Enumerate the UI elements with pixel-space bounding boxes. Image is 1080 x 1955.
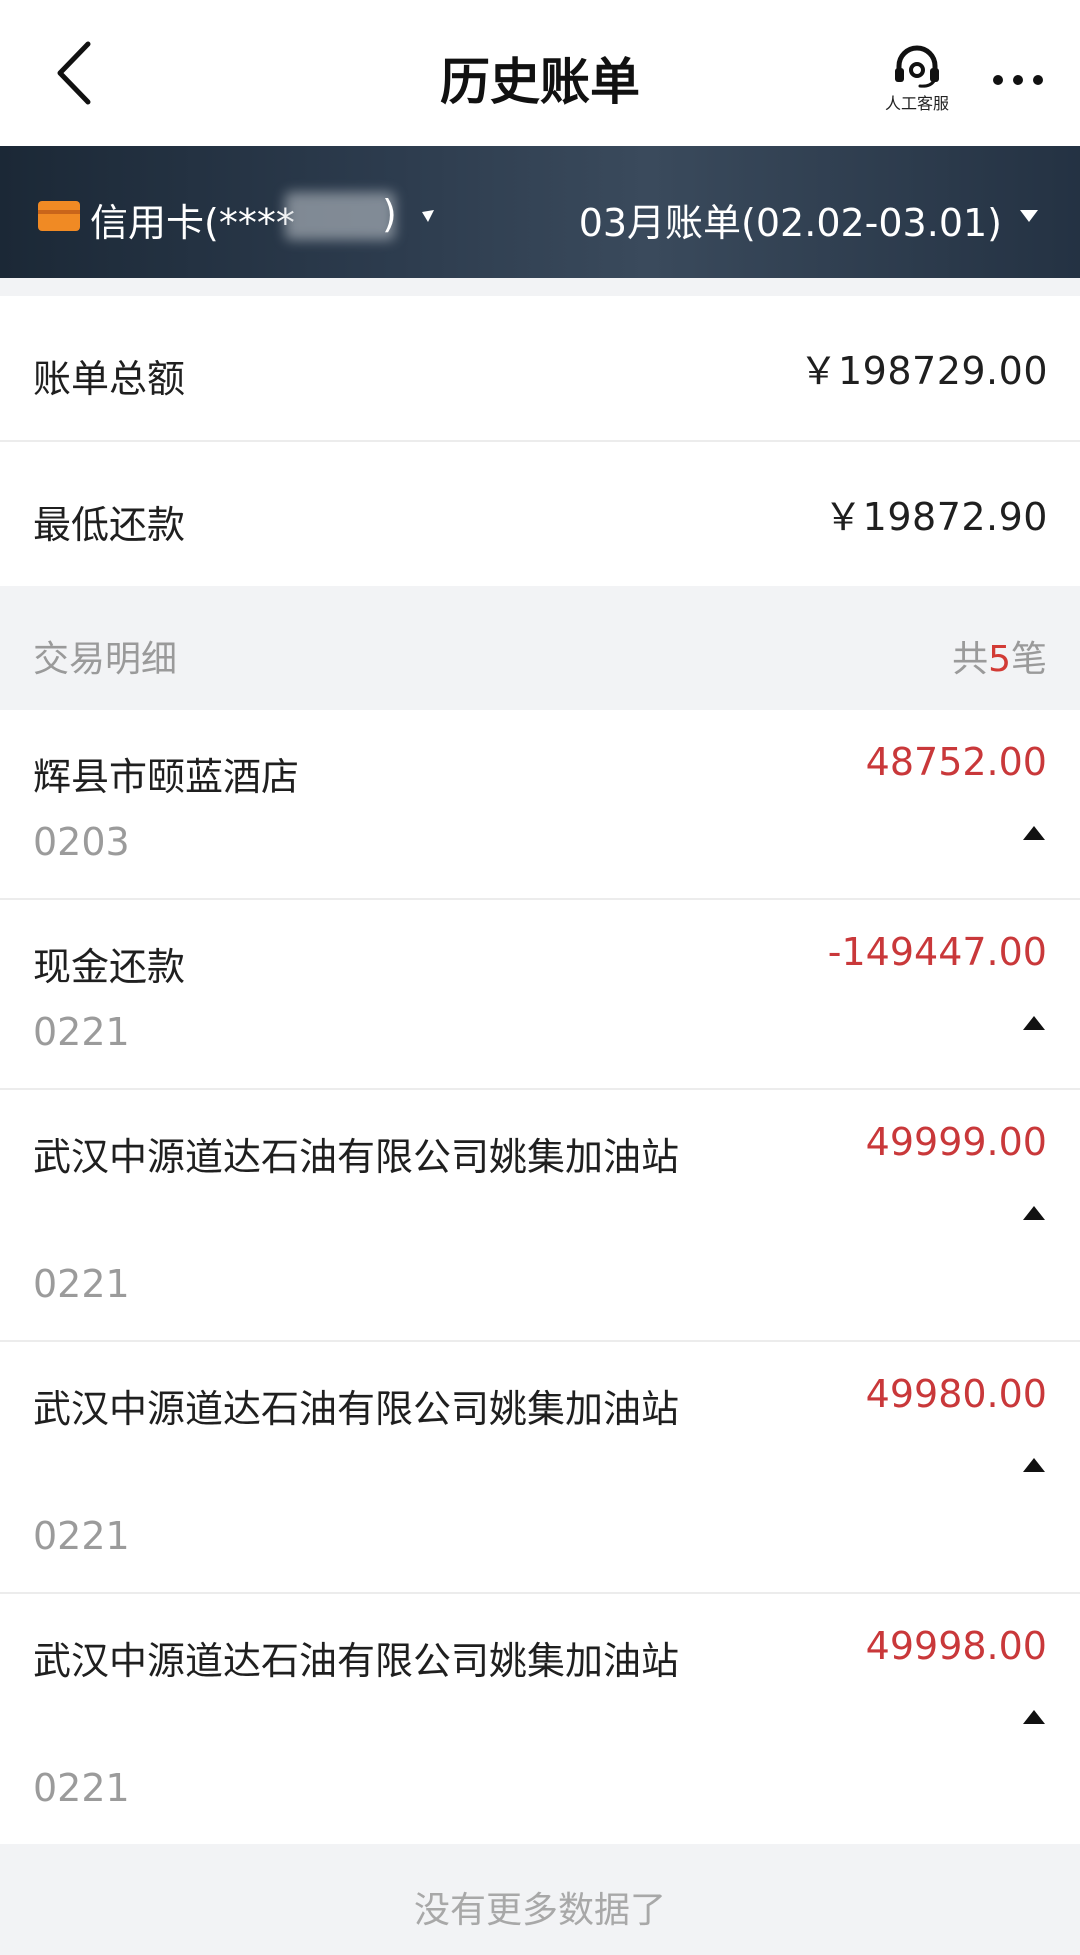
merchant-name: 武汉中源道达石油有限公司姚集加油站 <box>33 1387 680 1431</box>
transaction-date: 0221 <box>33 1514 130 1558</box>
expand-toggle-icon[interactable] <box>1021 1204 1047 1222</box>
bill-period-selector[interactable]: 03月账单(02.02-03.01) <box>579 192 1002 247</box>
transaction-date: 0221 <box>33 1010 130 1054</box>
merchant-name: 辉县市颐蓝酒店 <box>33 755 300 799</box>
transaction-date: 0203 <box>33 820 130 864</box>
transaction-amount: 49998.00 <box>865 1624 1047 1668</box>
no-more-data-text: 没有更多数据了 <box>413 1890 666 1931</box>
count-suffix: 笔 <box>1010 639 1047 680</box>
transaction-row[interactable]: 武汉中源道达石油有限公司姚集加油站 0221 49980.00 <box>0 1342 1080 1592</box>
expand-toggle-icon[interactable] <box>1021 1708 1047 1726</box>
transaction-amount: 49980.00 <box>865 1372 1047 1416</box>
expand-toggle-icon[interactable] <box>1021 824 1047 842</box>
transaction-date: 0221 <box>33 1262 130 1306</box>
count-number: 5 <box>988 639 1011 680</box>
bill-total-label: 账单总额 <box>33 357 186 401</box>
card-close-paren: ) <box>382 192 397 236</box>
merchant-name: 武汉中源道达石油有限公司姚集加油站 <box>33 1639 680 1683</box>
headset-icon <box>895 45 939 88</box>
card-dropdown-icon[interactable] <box>420 208 436 224</box>
masked-card-number <box>285 192 395 240</box>
bill-total-value: ￥198729.00 <box>799 349 1048 393</box>
customer-service-button[interactable]: 人工客服 <box>872 44 962 116</box>
transaction-row[interactable]: 武汉中源道达石油有限公司姚集加油站 0221 49999.00 <box>0 1090 1080 1340</box>
expand-toggle-icon[interactable] <box>1021 1456 1047 1474</box>
chevron-down-icon[interactable] <box>1018 208 1040 224</box>
more-dots-icon <box>993 75 1043 85</box>
transaction-details-header: 交易明细 共5笔 <box>0 590 1080 710</box>
transaction-amount: 48752.00 <box>865 740 1047 784</box>
transaction-row[interactable]: 武汉中源道达石油有限公司姚集加油站 0221 49998.00 <box>0 1594 1080 1844</box>
transaction-amount: -149447.00 <box>827 930 1047 974</box>
min-payment-row: 最低还款 ￥19872.90 <box>0 442 1080 586</box>
top-nav-bar: 历史账单 人工客服 <box>0 0 1080 146</box>
count-prefix: 共 <box>952 639 989 680</box>
more-options-button[interactable] <box>990 60 1046 90</box>
merchant-name: 现金还款 <box>33 945 186 989</box>
merchant-name: 武汉中源道达石油有限公司姚集加油站 <box>33 1135 680 1179</box>
transaction-row[interactable]: 辉县市颐蓝酒店 0203 48752.00 <box>0 710 1080 898</box>
card-selector-bar: 信用卡(**** ) 03月账单(02.02-03.01) <box>0 146 1080 278</box>
transaction-count: 共5笔 <box>952 630 1047 682</box>
min-payment-value: ￥19872.90 <box>824 495 1048 539</box>
transaction-details-label: 交易明细 <box>33 639 178 680</box>
customer-service-label: 人工客服 <box>884 94 949 113</box>
min-payment-label: 最低还款 <box>33 503 186 547</box>
list-end-footer: 没有更多数据了 <box>0 1845 1080 1955</box>
credit-card-icon <box>38 201 80 231</box>
transaction-amount: 49999.00 <box>865 1120 1047 1164</box>
bill-total-row: 账单总额 ￥198729.00 <box>0 296 1080 440</box>
transaction-date: 0221 <box>33 1766 130 1810</box>
expand-toggle-icon[interactable] <box>1021 1014 1047 1032</box>
transaction-row[interactable]: 现金还款 0221 -149447.00 <box>0 900 1080 1088</box>
card-selector[interactable]: 信用卡(**** <box>90 192 295 247</box>
